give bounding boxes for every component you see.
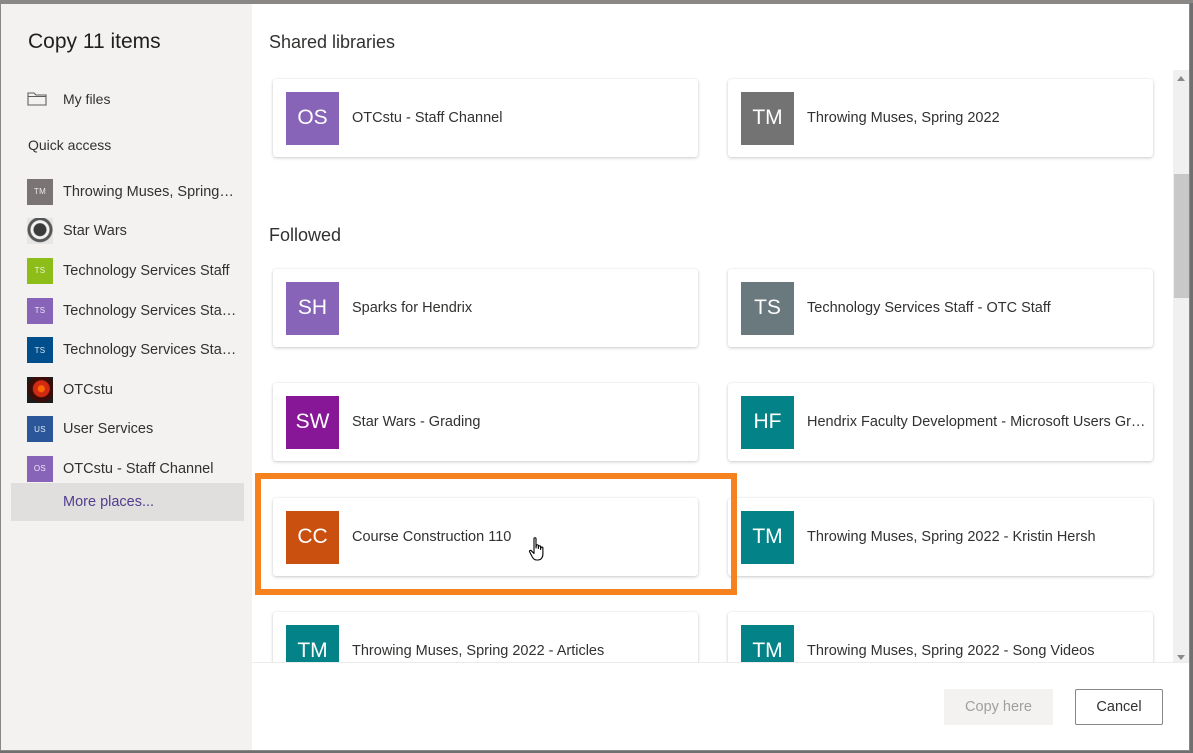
my-files-link[interactable]: My files <box>27 88 110 110</box>
quick-access-label: OTCstu - Staff Channel <box>63 460 214 477</box>
library-initials-icon: HF <box>741 395 794 449</box>
library-card[interactable]: TM Throwing Muses, Spring 2022 - Song Vid… <box>728 612 1153 662</box>
quick-access-label: Star Wars <box>63 223 127 240</box>
quick-access-label: User Services <box>63 421 154 438</box>
library-card[interactable]: TM Throwing Muses, Spring 2022 - Articles <box>273 612 698 662</box>
library-name: Sparks for Hendrix <box>352 300 473 316</box>
quick-access-label: OTCstu <box>63 381 113 398</box>
library-card[interactable]: HF Hendrix Faculty Development - Microsof… <box>728 383 1153 461</box>
scrollbar-thumb[interactable] <box>1174 174 1189 298</box>
library-name: Throwing Muses, Spring 2022 - Kristin He… <box>807 529 1096 545</box>
quick-access-item[interactable]: TS Technology Services Staff - OTC Staff <box>27 291 247 331</box>
quick-access-label: Technology Services Staff <box>63 262 230 279</box>
library-name: Throwing Muses, Spring 2022 <box>807 110 1000 126</box>
quick-access-label: Technology Services Staff - Student Work… <box>63 342 237 359</box>
quick-access-item[interactable]: TS Technology Services Staff - Student Wo… <box>27 330 247 370</box>
library-initials-icon: TM <box>741 624 794 662</box>
copy-here-button[interactable]: Copy here <box>944 689 1053 725</box>
site-initials-icon: TM <box>27 178 53 205</box>
quick-access-item[interactable]: OTCstu <box>27 370 247 410</box>
copy-dialog: Copy 11 items My files Quick access TM Th… <box>0 3 1190 751</box>
quick-access-label: Quick access <box>28 137 112 153</box>
site-initials-icon: OS <box>27 455 53 482</box>
site-initials-icon: TS <box>27 257 53 284</box>
highlight-box <box>255 473 737 595</box>
site-photo-icon <box>27 376 53 403</box>
library-card[interactable]: OS OTCstu - Staff Channel <box>273 79 698 157</box>
quick-access-item[interactable]: US User Services <box>27 410 247 450</box>
library-card[interactable]: SW Star Wars - Grading <box>273 383 698 461</box>
library-initials-icon: OS <box>286 91 339 145</box>
library-initials-icon: SW <box>286 395 339 449</box>
vertical-scrollbar[interactable] <box>1173 70 1189 666</box>
folder-icon <box>27 92 47 106</box>
hand-pointer-icon <box>528 537 544 561</box>
my-files-label: My files <box>63 91 111 107</box>
quick-access-item[interactable]: Star Wars <box>27 212 247 252</box>
library-name: Throwing Muses, Spring 2022 - Articles <box>352 643 605 659</box>
cancel-button[interactable]: Cancel <box>1075 689 1163 725</box>
dialog-title: Copy 11 items <box>28 30 161 53</box>
quick-access-item[interactable]: TS Technology Services Staff <box>27 251 247 291</box>
library-card[interactable]: TM Throwing Muses, Spring 2022 <box>728 79 1153 157</box>
site-initials-icon: TS <box>27 297 53 324</box>
library-name: OTCstu - Staff Channel <box>352 110 503 126</box>
quick-access-item[interactable]: TM Throwing Muses, Spring 2022 <box>27 172 247 212</box>
scroll-up-arrow-icon[interactable] <box>1177 76 1185 81</box>
library-card[interactable]: TS Technology Services Staff - OTC Staff <box>728 269 1153 347</box>
shared-libraries-heading: Shared libraries <box>269 32 396 52</box>
library-initials-icon: TM <box>741 91 794 145</box>
library-name: Star Wars - Grading <box>352 414 481 430</box>
site-photo-icon <box>27 218 53 245</box>
library-card[interactable]: SH Sparks for Hendrix <box>273 269 698 347</box>
site-initials-icon: US <box>27 416 53 443</box>
quick-access-label: Technology Services Staff - OTC Staff <box>63 302 237 319</box>
followed-heading: Followed <box>269 225 342 245</box>
library-name: Throwing Muses, Spring 2022 - Song Video… <box>807 643 1095 659</box>
library-initials-icon: TM <box>286 624 339 662</box>
site-initials-icon: TS <box>27 337 53 364</box>
quick-access-label: Throwing Muses, Spring 2022 <box>63 183 237 200</box>
quick-access-list: TM Throwing Muses, Spring 2022 Star Wars TS… <box>27 172 247 489</box>
more-places-button[interactable]: More places... <box>11 483 244 521</box>
dialog-footer: Copy here Cancel <box>252 662 1189 750</box>
scroll-down-arrow-icon[interactable] <box>1177 655 1185 660</box>
library-card[interactable]: TM Throwing Muses, Spring 2022 - Kristin … <box>728 498 1153 576</box>
library-initials-icon: SH <box>286 281 339 335</box>
library-initials-icon: TM <box>741 510 794 564</box>
library-name: Hendrix Faculty Development - Microsoft … <box>807 414 1147 430</box>
library-name: Technology Services Staff - OTC Staff <box>807 300 1051 316</box>
library-initials-icon: TS <box>741 281 794 335</box>
sidebar: Copy 11 items My files Quick access TM Th… <box>1 4 252 750</box>
